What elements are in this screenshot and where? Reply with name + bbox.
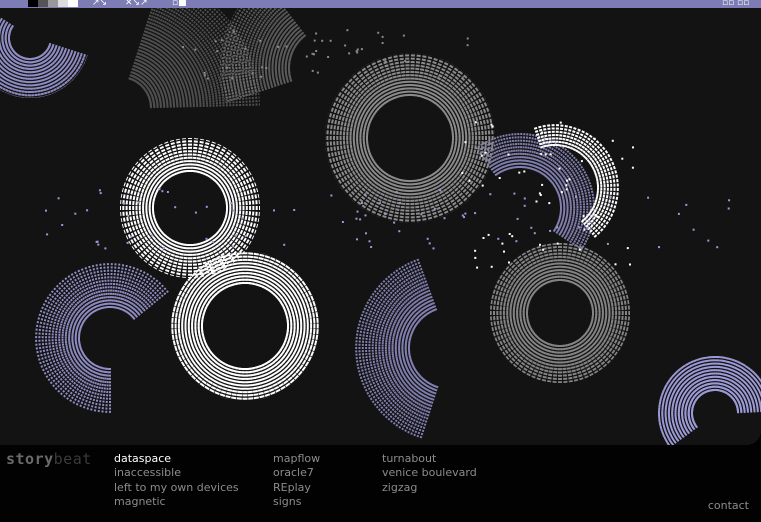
particle-scatter xyxy=(461,121,634,269)
storybeat-logo[interactable]: storybeat xyxy=(6,450,92,468)
nav-link-oracle7[interactable]: oracle7 xyxy=(273,466,320,480)
particle-ring xyxy=(325,53,495,223)
logo-part-story: story xyxy=(6,450,54,468)
particle-ring xyxy=(656,354,761,445)
nav-column-1: dataspace inaccessible left to my own de… xyxy=(114,452,239,510)
footer-nav: storybeat dataspace inaccessible left to… xyxy=(0,445,761,522)
particle-ring xyxy=(220,8,307,103)
contact-link[interactable]: contact xyxy=(708,499,749,512)
nav-column-3: turnabout venice boulevard zigzag xyxy=(382,452,477,495)
particle-rings-artwork xyxy=(0,8,761,445)
nav-link-inaccessible[interactable]: inaccessible xyxy=(114,466,239,480)
nav-link-dataspace[interactable]: dataspace xyxy=(114,452,239,466)
visualization-stage[interactable] xyxy=(0,8,761,445)
nav-link-zigzag[interactable]: zigzag xyxy=(382,481,477,495)
nav-link-replay[interactable]: REplay xyxy=(273,481,320,495)
nav-link-turnabout[interactable]: turnabout xyxy=(382,452,477,466)
particle-ring xyxy=(490,243,630,383)
nav-link-left-to-my-own-devices[interactable]: left to my own devices xyxy=(114,481,239,495)
logo-part-beat: beat xyxy=(53,450,92,468)
nav-link-mapflow[interactable]: mapflow xyxy=(273,452,320,466)
particle-ring xyxy=(170,251,320,401)
nav-link-magnetic[interactable]: magnetic xyxy=(114,495,239,509)
particle-ring xyxy=(34,262,169,413)
particle-ring xyxy=(355,258,439,439)
nav-column-2: mapflow oracle7 REplay signs xyxy=(273,452,320,510)
particle-ring xyxy=(0,16,88,99)
nav-link-venice-boulevard[interactable]: venice boulevard xyxy=(382,466,477,480)
nav-link-signs[interactable]: signs xyxy=(273,495,320,509)
color-swatch-strip xyxy=(28,0,78,7)
top-bar: ↗↘ ✕↘↗ ▫■ ▫▫ ▫▫ xyxy=(0,0,761,8)
